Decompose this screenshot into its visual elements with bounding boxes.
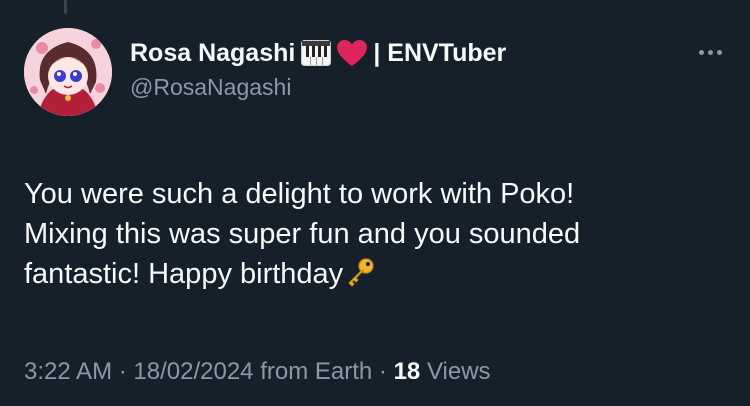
more-dot-icon — [698, 49, 704, 55]
tweet-date[interactable]: 18/02/2024 — [133, 358, 253, 385]
display-name[interactable]: Rosa Nagashi — [130, 38, 295, 68]
tweet-text-line-last: fantastic! Happy birthday — [24, 254, 724, 298]
tweet-header: Rosa Nagashi | ENVTuber @RosaNagashi — [130, 38, 506, 102]
meta-separator: · — [378, 358, 387, 385]
meta-separator: · — [118, 358, 127, 385]
display-name-suffix: | ENVTuber — [373, 39, 507, 67]
avatar-image — [24, 28, 112, 116]
more-dot-icon — [707, 49, 713, 55]
views-label[interactable]: Views — [427, 358, 491, 385]
avatar[interactable] — [24, 28, 112, 116]
tweet-time[interactable]: 3:22 AM — [24, 358, 112, 385]
tweet-text-line: fantastic! Happy birthday — [24, 258, 344, 290]
views-count[interactable]: 18 — [394, 358, 421, 385]
red-heart-icon — [337, 39, 368, 67]
tweet-metadata: 3:22 AM · 18/02/2024 from Earth · 18 Vie… — [24, 356, 491, 388]
more-options-button[interactable] — [690, 42, 730, 62]
tweet-source: from Earth — [260, 358, 373, 385]
tweet-card[interactable]: Rosa Nagashi | ENVTuber @RosaNagashi You… — [0, 0, 750, 406]
tweet-text: You were such a delight to work with Pok… — [24, 174, 724, 298]
user-handle[interactable]: @RosaNagashi — [130, 72, 506, 102]
tweet-text-line: Mixing this was super fun and you sounde… — [24, 218, 581, 250]
tweet-text-line: You were such a delight to work with Pok… — [24, 178, 575, 210]
piano-keys-icon — [301, 40, 332, 66]
more-dot-icon — [716, 49, 722, 55]
display-name-row[interactable]: Rosa Nagashi | ENVTuber — [130, 38, 506, 68]
key-icon — [345, 257, 375, 298]
thread-connector-line — [64, 0, 67, 14]
